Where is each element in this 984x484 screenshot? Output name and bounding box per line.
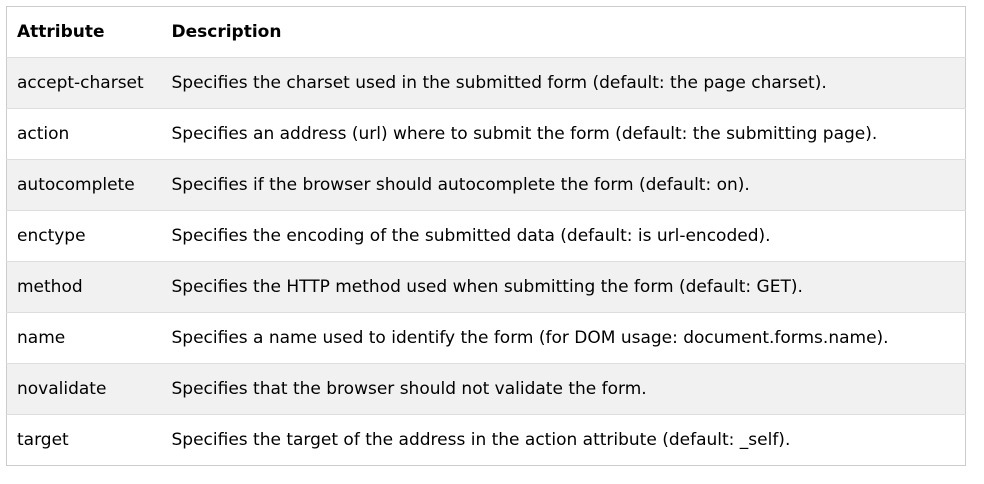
table-row: enctype Specifies the encoding of the su… bbox=[6, 210, 966, 262]
header-attribute: Attribute bbox=[6, 6, 162, 58]
table-header-row: Attribute Description bbox=[6, 6, 966, 58]
attribute-cell: name bbox=[6, 312, 162, 364]
description-cell: Specifies the target of the address in t… bbox=[161, 414, 966, 466]
table-row: method Specifies the HTTP method used wh… bbox=[6, 261, 966, 313]
attribute-cell: method bbox=[6, 261, 162, 313]
description-cell: Specifies if the browser should autocomp… bbox=[161, 159, 966, 211]
description-cell: Specifies a name used to identify the fo… bbox=[161, 312, 966, 364]
table-row: autocomplete Specifies if the browser sh… bbox=[6, 159, 966, 211]
attribute-cell: action bbox=[6, 108, 162, 160]
description-cell: Specifies an address (url) where to subm… bbox=[161, 108, 966, 160]
table-row: novalidate Specifies that the browser sh… bbox=[6, 363, 966, 415]
table-row: target Specifies the target of the addre… bbox=[6, 414, 966, 466]
attributes-table: Attribute Description accept-charset Spe… bbox=[6, 6, 966, 466]
attribute-cell: autocomplete bbox=[6, 159, 162, 211]
attribute-cell: enctype bbox=[6, 210, 162, 262]
header-description: Description bbox=[161, 6, 966, 58]
table-row: action Specifies an address (url) where … bbox=[6, 108, 966, 160]
attributes-table-container: Attribute Description accept-charset Spe… bbox=[6, 6, 966, 466]
attribute-cell: novalidate bbox=[6, 363, 162, 415]
description-cell: Specifies the charset used in the submit… bbox=[161, 57, 966, 109]
attribute-cell: accept-charset bbox=[6, 57, 162, 109]
table-row: accept-charset Specifies the charset use… bbox=[6, 57, 966, 109]
description-cell: Specifies the encoding of the submitted … bbox=[161, 210, 966, 262]
description-cell: Specifies that the browser should not va… bbox=[161, 363, 966, 415]
attribute-cell: target bbox=[6, 414, 162, 466]
table-row: name Specifies a name used to identify t… bbox=[6, 312, 966, 364]
description-cell: Specifies the HTTP method used when subm… bbox=[161, 261, 966, 313]
